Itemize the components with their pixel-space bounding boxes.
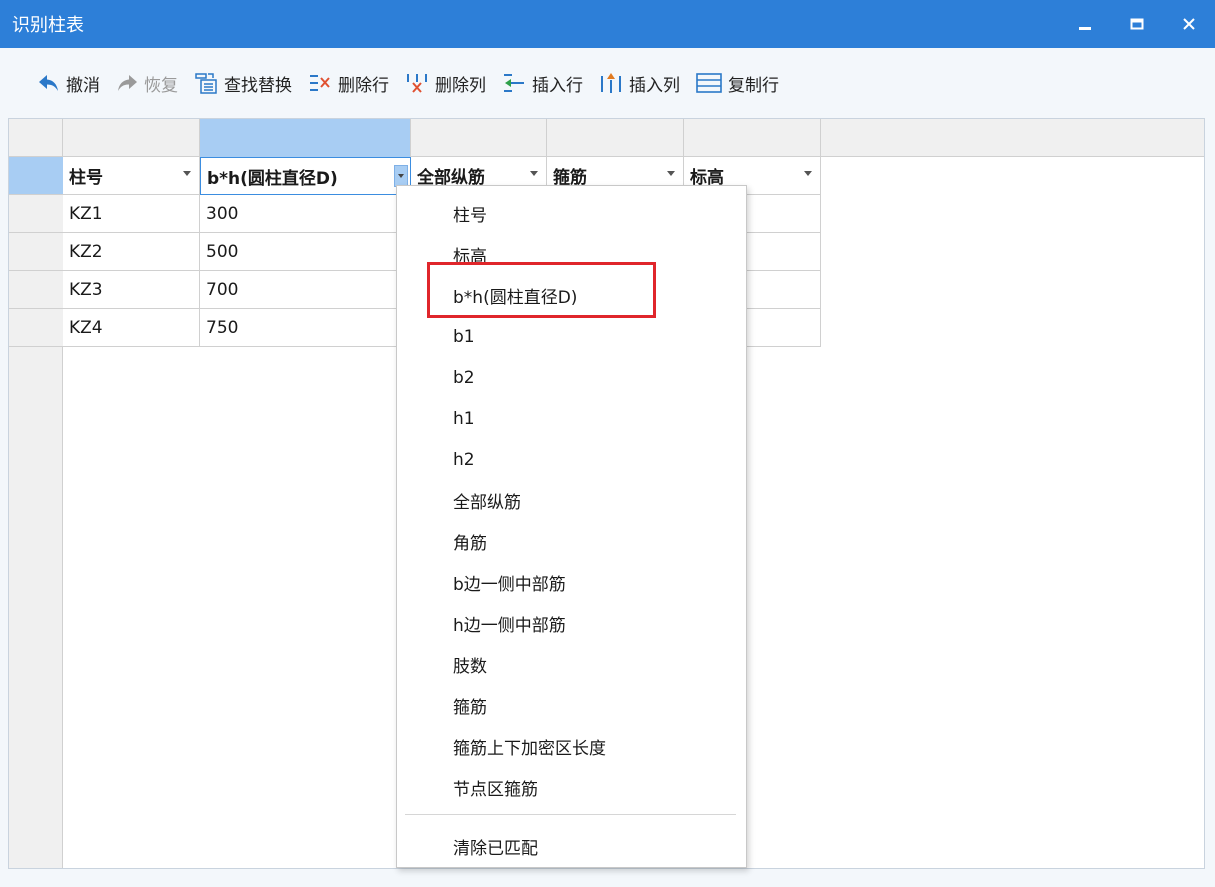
delete-column-icon <box>407 74 427 93</box>
column-letter-strip <box>9 119 1204 157</box>
menu-item[interactable]: 箍筋 <box>397 685 746 726</box>
delete-column-label: 删除列 <box>435 75 486 96</box>
copy-row-label: 复制行 <box>728 75 779 96</box>
menu-item[interactable]: 全部纵筋 <box>397 480 746 521</box>
header-column-id[interactable]: 柱号 <box>63 157 200 195</box>
corner-cell[interactable] <box>9 119 63 157</box>
column-header-1[interactable] <box>63 119 200 157</box>
table-cell[interactable]: KZ4 <box>63 309 200 347</box>
copy-row-button[interactable]: 复制行 <box>696 68 779 98</box>
menu-item[interactable]: b*h(圆柱直径D) <box>397 275 746 316</box>
chevron-down-icon[interactable] <box>530 171 538 176</box>
chevron-down-icon[interactable] <box>394 165 408 187</box>
table-cell[interactable]: KZ2 <box>63 233 200 271</box>
redo-icon <box>118 75 137 91</box>
insert-row-icon <box>504 74 524 92</box>
menu-item[interactable]: h2 <box>397 439 746 480</box>
minimize-icon <box>1079 27 1091 30</box>
redo-label: 恢复 <box>144 75 178 96</box>
table-cell[interactable]: 300 <box>200 195 411 233</box>
find-replace-button[interactable]: 查找替换 <box>194 68 292 98</box>
insert-row-label: 插入行 <box>532 75 583 96</box>
toolbar: 撤消 恢复 查找替换 删除行 删除列 插入行 插入列 复制行 <box>0 48 1215 118</box>
menu-item[interactable]: h1 <box>397 398 746 439</box>
column-header-5[interactable] <box>684 119 821 157</box>
insert-row-button[interactable]: 插入行 <box>502 68 583 98</box>
find-replace-icon <box>195 73 217 94</box>
undo-button[interactable]: 撤消 <box>38 68 100 98</box>
undo-icon <box>39 75 58 91</box>
delete-column-button[interactable]: 删除列 <box>405 68 486 98</box>
delete-row-button[interactable]: 删除行 <box>308 68 389 98</box>
close-button[interactable] <box>1163 0 1215 48</box>
undo-label: 撤消 <box>66 75 100 96</box>
title-bar: 识别柱表 <box>0 0 1215 48</box>
menu-item[interactable]: 角筋 <box>397 521 746 562</box>
header-label: 柱号 <box>69 168 103 188</box>
copy-row-icon <box>696 73 722 93</box>
menu-item[interactable]: b2 <box>397 357 746 398</box>
menu-item[interactable]: 肢数 <box>397 644 746 685</box>
delete-row-icon <box>310 75 330 91</box>
header-column-section[interactable]: b*h(圆柱直径D) <box>200 157 411 195</box>
menu-item[interactable]: b1 <box>397 316 746 357</box>
maximize-icon <box>1130 18 1144 30</box>
table-cell[interactable]: 700 <box>200 271 411 309</box>
column-header-2[interactable] <box>200 119 411 157</box>
table-cell[interactable]: KZ1 <box>63 195 200 233</box>
column-match-menu: 柱号 标高 b*h(圆柱直径D) b1 b2 h1 h2 全部纵筋 角筋 b边一… <box>396 185 747 868</box>
find-replace-label: 查找替换 <box>224 75 292 96</box>
table-cell[interactable]: KZ3 <box>63 271 200 309</box>
menu-separator <box>405 814 736 815</box>
table-cell[interactable]: 750 <box>200 309 411 347</box>
column-header-4[interactable] <box>547 119 684 157</box>
menu-item[interactable]: 柱号 <box>397 193 746 234</box>
delete-row-label: 删除行 <box>338 75 389 96</box>
row-header-match[interactable] <box>9 157 63 195</box>
menu-item[interactable]: 节点区箍筋 <box>397 767 746 808</box>
menu-item[interactable]: b边一侧中部筋 <box>397 562 746 603</box>
window-controls <box>1059 0 1215 48</box>
close-icon <box>1183 18 1195 30</box>
insert-column-label: 插入列 <box>629 75 680 96</box>
menu-item[interactable]: 箍筋上下加密区长度 <box>397 726 746 767</box>
insert-column-icon <box>601 73 621 93</box>
row-header-3[interactable] <box>9 271 63 309</box>
row-header-4[interactable] <box>9 309 63 347</box>
maximize-button[interactable] <box>1111 0 1163 48</box>
menu-item[interactable]: 标高 <box>397 234 746 275</box>
chevron-down-icon[interactable] <box>667 171 675 176</box>
row-header-1[interactable] <box>9 195 63 233</box>
insert-column-button[interactable]: 插入列 <box>599 68 680 98</box>
window-title: 识别柱表 <box>12 15 84 36</box>
clear-matched-item[interactable]: 清除已匹配 <box>397 826 746 867</box>
menu-item[interactable]: h边一侧中部筋 <box>397 603 746 644</box>
chevron-down-icon[interactable] <box>183 171 191 176</box>
row-header-2[interactable] <box>9 233 63 271</box>
minimize-button[interactable] <box>1059 0 1111 48</box>
column-header-3[interactable] <box>411 119 547 157</box>
header-label: b*h(圆柱直径D) <box>207 168 338 189</box>
chevron-down-icon[interactable] <box>804 171 812 176</box>
table-cell[interactable]: 500 <box>200 233 411 271</box>
redo-button[interactable]: 恢复 <box>116 68 178 98</box>
